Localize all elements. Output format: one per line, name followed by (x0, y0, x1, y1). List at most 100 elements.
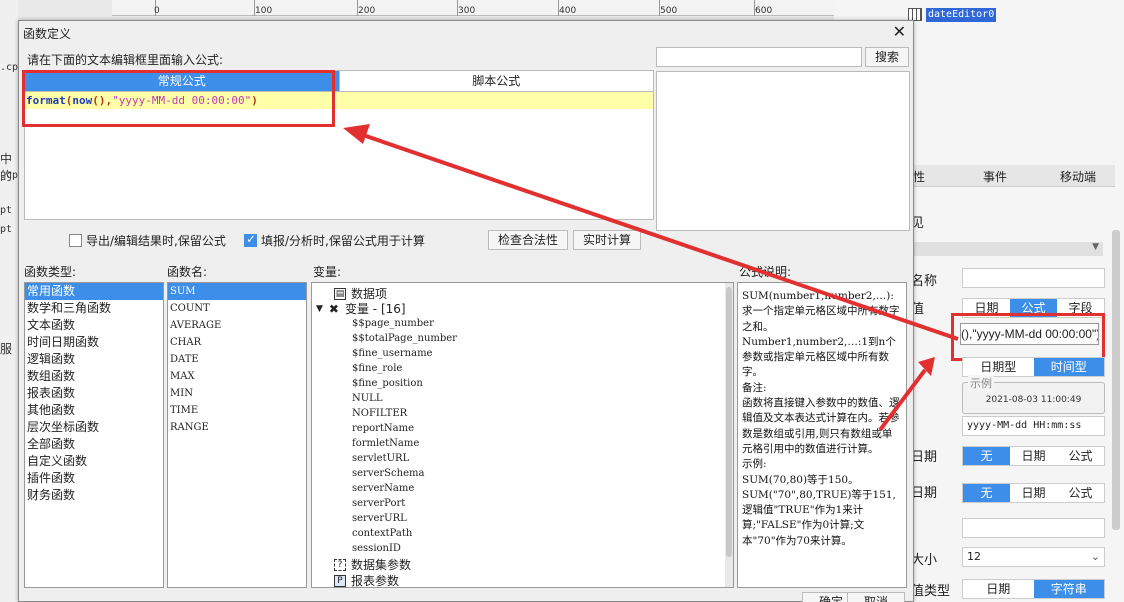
list-item[interactable]: 插件函数 (25, 470, 163, 487)
tab-events[interactable]: 事件 (983, 168, 1007, 185)
seg-date[interactable]: 日期 (963, 580, 1034, 598)
tree-leaf[interactable]: $fine_role (352, 363, 402, 374)
chevron-down-icon: ▼ (1092, 242, 1099, 252)
dialog-title: 函数定义 (23, 27, 72, 41)
close-icon[interactable]: ✕ (893, 22, 906, 41)
keep-formula-fill-checkbox[interactable]: 填报/分析时,保留公式用于计算 (244, 232, 425, 249)
panel-label: 大小 (911, 553, 938, 568)
tree-leaf[interactable]: serverURL (352, 513, 407, 524)
list-item[interactable]: 报表函数 (25, 385, 163, 402)
list-item[interactable]: 文本函数 (25, 317, 163, 334)
blank-input[interactable] (962, 518, 1105, 538)
tree-leaf[interactable]: sessionID (352, 543, 401, 554)
checkbox-box[interactable] (244, 232, 257, 247)
seg-formula[interactable]: 公式 (1057, 484, 1104, 502)
tree-node-dataset-params[interactable]: ? 数据集参数 (334, 556, 411, 573)
cancel-button[interactable]: 取消 (847, 592, 905, 602)
variables-tree[interactable]: ▤ 数据项 ▼ ✖ 变量 - [16] $$page_number $$tota… (311, 282, 734, 588)
left-edge-text: .cp (0, 62, 19, 73)
checkbox-label: 导出/编辑结果时,保留公式 (86, 234, 226, 248)
param-icon: P (334, 574, 346, 587)
tree-leaf[interactable]: formletName (352, 438, 419, 449)
section-header[interactable]: ▼ (905, 242, 1103, 256)
font-size-select[interactable]: 12 ⌄ (962, 547, 1105, 567)
seg-none[interactable]: 无 (963, 447, 1010, 465)
tree-leaf[interactable]: $fine_username (352, 348, 432, 359)
search-input[interactable] (656, 47, 862, 67)
tree-leaf[interactable]: servletURL (352, 453, 409, 464)
list-item[interactable]: 常用函数 (25, 283, 163, 300)
checkbox-box[interactable] (69, 234, 82, 247)
table-icon: ▤ (334, 287, 346, 300)
realtime-compute-button[interactable]: 实时计算 (573, 230, 641, 250)
list-item[interactable]: 其他函数 (25, 402, 163, 419)
function-name-list[interactable]: SUM COUNT AVERAGE CHAR DATE MAX MIN TIME… (167, 282, 307, 588)
list-item[interactable]: RANGE (168, 419, 306, 436)
ruler-tick: 0 (154, 6, 160, 16)
list-item[interactable]: 全部函数 (25, 436, 163, 453)
font-size-value: 12 (967, 550, 981, 563)
seg-string[interactable]: 字符串 (1033, 580, 1104, 598)
format-input[interactable]: yyyy-MM-dd HH:mm:ss (962, 416, 1105, 436)
list-item[interactable]: 自定义函数 (25, 453, 163, 470)
example-box: 示例 2021-08-03 11:00:49 (962, 375, 1105, 414)
list-item[interactable]: 时间日期函数 (25, 334, 163, 351)
start-date-toggle[interactable]: 无 日期 公式 (962, 446, 1105, 466)
list-item[interactable]: TIME (168, 402, 306, 419)
function-name-label: 函数名: (167, 265, 208, 279)
tree-leaf[interactable]: serverName (352, 483, 414, 494)
seg-time-type[interactable]: 时间型 (1033, 358, 1104, 376)
function-type-list[interactable]: 常用函数 数学和三角函数 文本函数 时间日期函数 逻辑函数 数组函数 报表函数 … (24, 282, 164, 588)
list-item[interactable]: AVERAGE (168, 317, 306, 334)
list-item[interactable]: COUNT (168, 300, 306, 317)
component-tree-item[interactable]: dateEditor0 (926, 8, 997, 22)
check-validity-button[interactable]: 检查合法性 (488, 230, 568, 250)
list-item[interactable]: 逻辑函数 (25, 351, 163, 368)
description-line: Number1,number2,…:1到n个参数或指定单元格区域中所有数字。 (742, 335, 896, 379)
formula-input[interactable]: (),"yyyy-MM-dd 00:00:00") (960, 323, 1099, 345)
list-item[interactable]: 数学和三角函数 (25, 300, 163, 317)
list-item[interactable]: 数组函数 (25, 368, 163, 385)
tree-leaf[interactable]: serverSchema (352, 468, 424, 479)
tree-leaf[interactable]: contextPath (352, 528, 412, 539)
tab-script-formula[interactable]: 脚本公式 (338, 71, 653, 91)
keep-formula-export-checkbox[interactable]: 导出/编辑结果时,保留公式 (69, 232, 226, 249)
tree-leaf[interactable]: NOFILTER (352, 408, 407, 419)
seg-date-type[interactable]: 日期型 (963, 358, 1034, 376)
example-title: 示例 (968, 375, 994, 391)
list-item[interactable]: SUM (168, 283, 306, 300)
list-item[interactable]: 财务函数 (25, 487, 163, 504)
list-item[interactable]: DATE (168, 351, 306, 368)
variables-scrollbar[interactable] (725, 283, 733, 587)
checkbox-label: 填报/分析时,保留公式用于计算 (261, 234, 425, 248)
end-date-toggle[interactable]: 无 日期 公式 (962, 483, 1105, 503)
value-type-toggle[interactable]: 日期 字符串 (962, 579, 1105, 599)
date-type-toggle[interactable]: 日期型 时间型 (962, 357, 1105, 377)
seg-date[interactable]: 日期 (1010, 447, 1057, 465)
name-input[interactable] (962, 268, 1105, 288)
tree-leaf[interactable]: serverPort (352, 498, 405, 509)
list-item[interactable]: 层次坐标函数 (25, 419, 163, 436)
list-item[interactable]: CHAR (168, 334, 306, 351)
tree-leaf[interactable]: reportName (352, 423, 414, 434)
seg-date[interactable]: 日期 (1010, 484, 1057, 502)
help-area (656, 71, 910, 231)
tree-leaf[interactable]: NULL (352, 393, 382, 404)
list-item[interactable]: MIN (168, 385, 306, 402)
seg-formula[interactable]: 公式 (1057, 447, 1104, 465)
tree-leaf[interactable]: $$page_number (352, 318, 434, 329)
tree-leaf[interactable]: $fine_position (352, 378, 423, 389)
expand-icon[interactable]: ▼ (316, 304, 323, 314)
function-definition-dialog: 函数定义 ✕ 请在下面的文本编辑框里面输入公式: 常规公式 脚本公式 forma… (18, 20, 914, 602)
left-edge-text: pt (0, 205, 13, 216)
list-item[interactable]: MAX (168, 368, 306, 385)
tab-mobile[interactable]: 移动端 (1060, 168, 1096, 185)
ruler-tick: 100 (255, 6, 273, 16)
search-button[interactable]: 搜索 (865, 47, 909, 67)
seg-none[interactable]: 无 (963, 484, 1010, 502)
panel-scrollbar[interactable] (1112, 230, 1120, 530)
tree-leaf[interactable]: $$totalPage_number (352, 333, 457, 344)
tab-properties[interactable]: 性 (913, 168, 925, 185)
tree-node-variables[interactable]: ▼ ✖ 变量 - [16] (316, 300, 406, 317)
tree-node-report-params[interactable]: P 报表参数 (334, 572, 399, 587)
